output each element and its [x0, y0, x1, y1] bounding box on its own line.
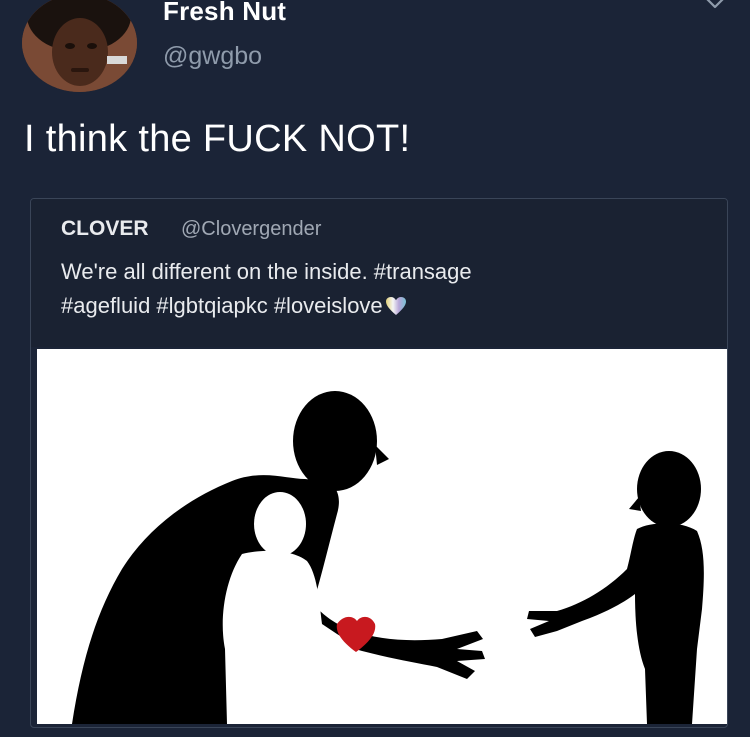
- quoted-tweet-card[interactable]: CLOVER @Clovergender We're all different…: [30, 198, 728, 728]
- avatar[interactable]: [22, 0, 137, 92]
- quoted-author-name[interactable]: CLOVER: [61, 217, 149, 241]
- silhouette-illustration: [37, 349, 727, 724]
- quoted-tweet-image[interactable]: [37, 349, 727, 724]
- tweet-text: I think the FUCK NOT!: [24, 118, 411, 160]
- heart-icon: [385, 292, 407, 315]
- quoted-tweet-text-line-2: #agefluid #lgbtqiapkc #loveislove: [61, 289, 701, 323]
- quoted-author-handle[interactable]: @Clovergender: [181, 218, 321, 241]
- quoted-tweet-text: We're all different on the inside. #tran…: [61, 255, 701, 323]
- author-name[interactable]: Fresh Nut: [163, 0, 286, 27]
- tweet: Fresh Nut @gwgbo I think the FUCK NOT! C…: [0, 0, 750, 737]
- chevron-down-icon[interactable]: [700, 0, 730, 16]
- quoted-tweet-text-line-2-label: #agefluid #lgbtqiapkc #loveislove: [61, 293, 383, 318]
- quoted-tweet-text-line-1: We're all different on the inside. #tran…: [61, 259, 472, 284]
- quoted-tweet-header: CLOVER @Clovergender We're all different…: [31, 199, 727, 347]
- author-handle[interactable]: @gwgbo: [163, 42, 262, 71]
- avatar-image: [22, 0, 137, 92]
